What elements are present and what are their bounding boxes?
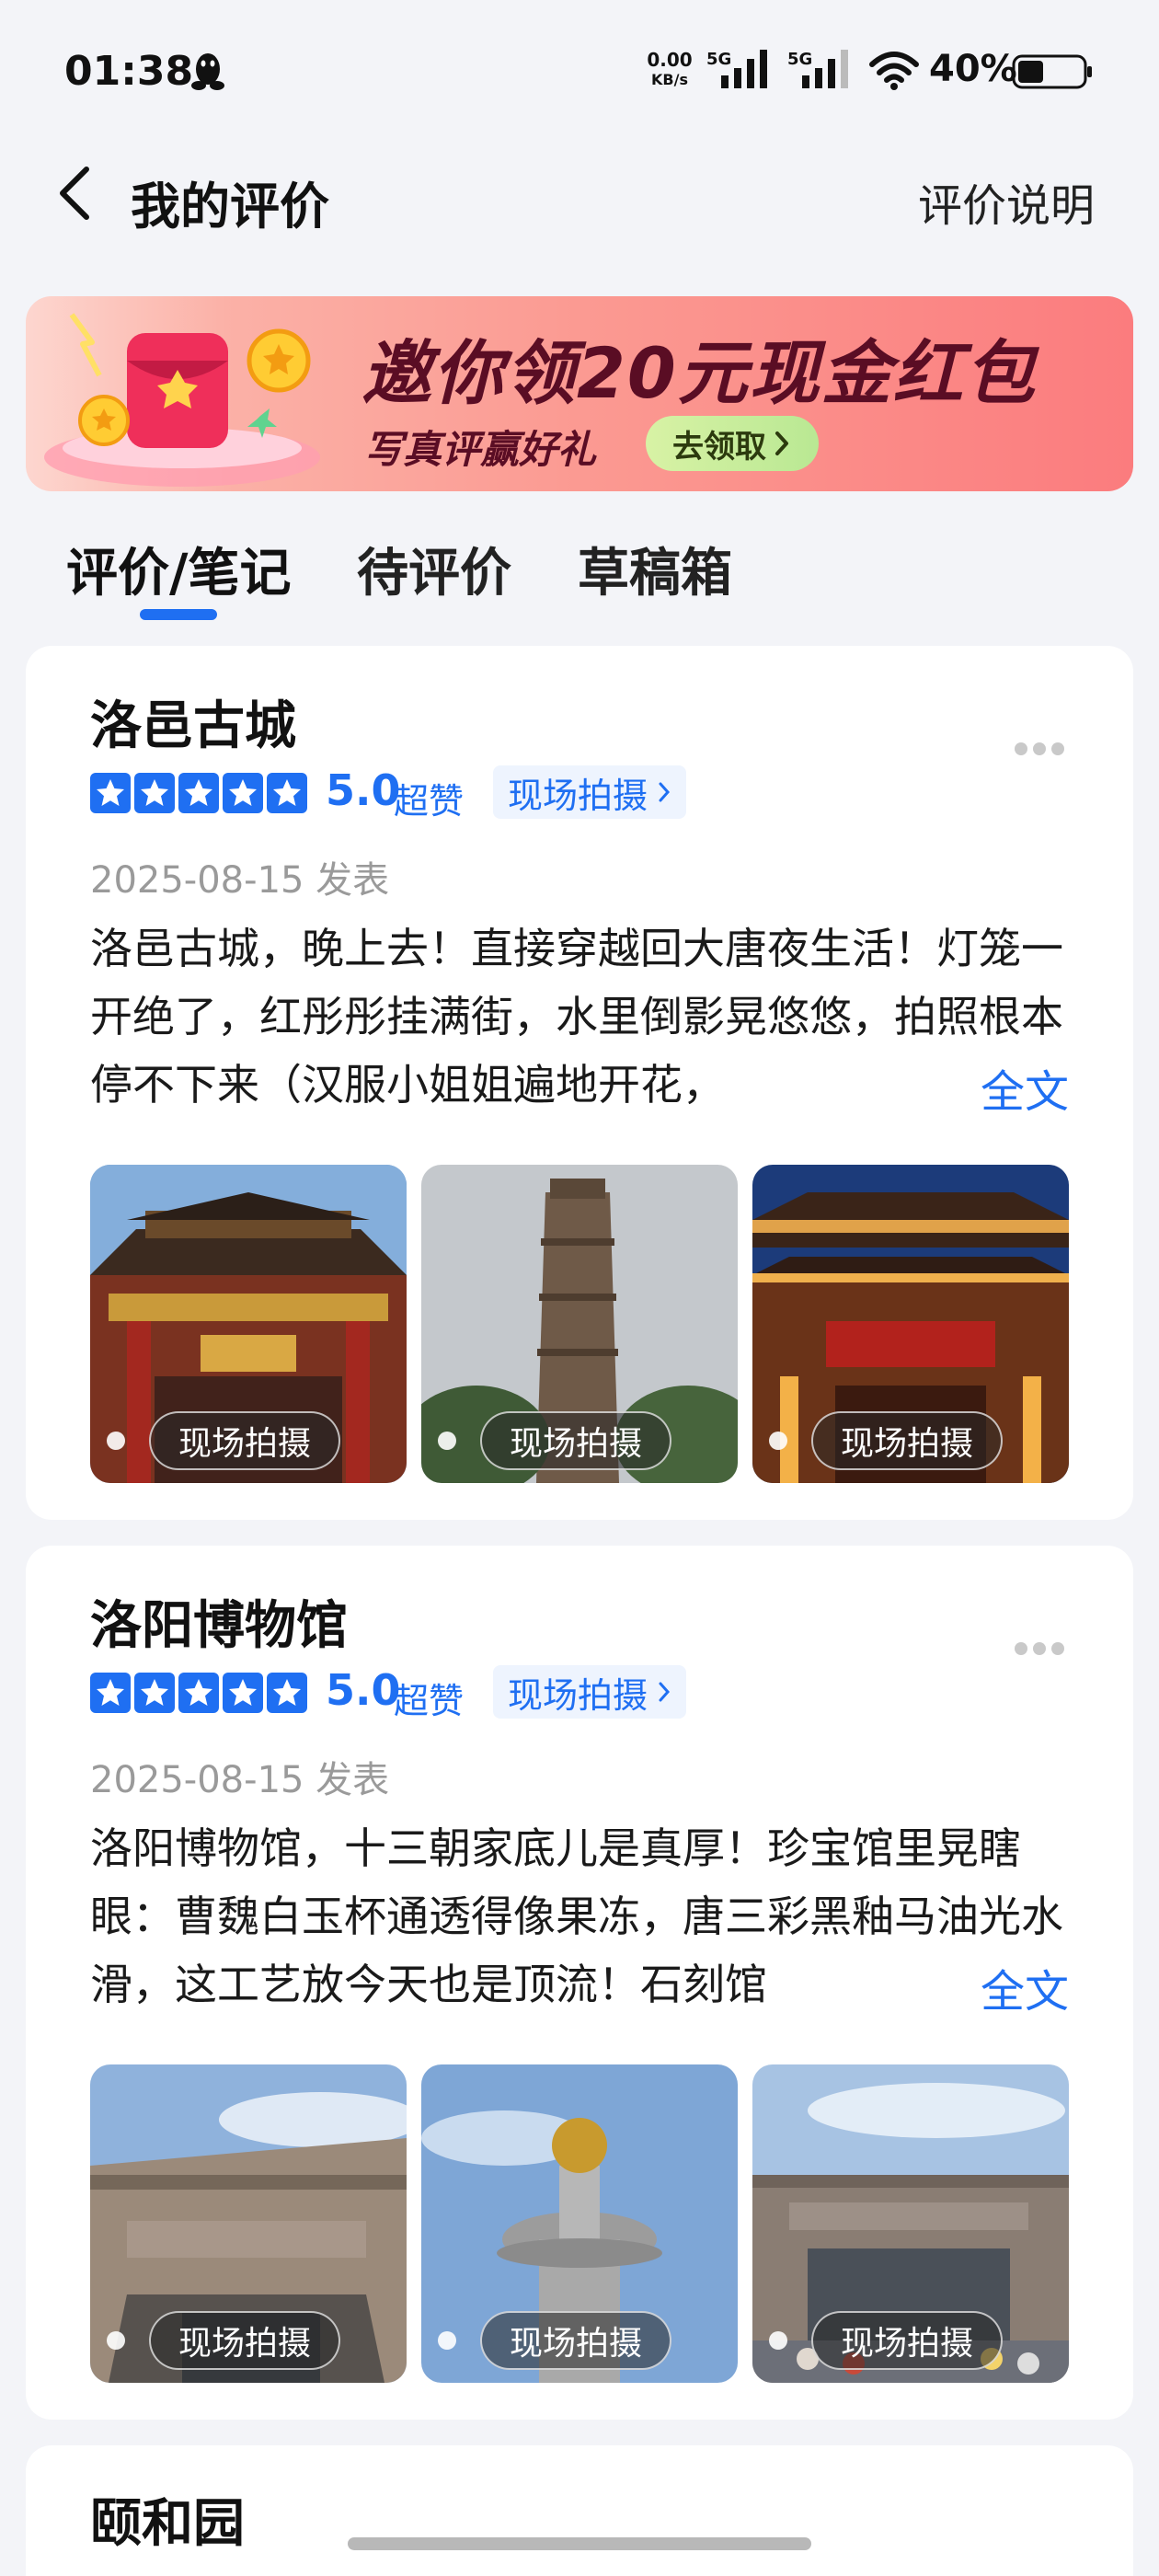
review-photos: 现场拍摄 现场拍摄 现场拍摄 bbox=[90, 1165, 1071, 1483]
star-icon bbox=[134, 773, 175, 813]
cell-signal-2-icon: 5G bbox=[787, 50, 848, 88]
qq-penguin-icon bbox=[191, 53, 224, 90]
banner-subtitle: 写真评赢好礼 bbox=[364, 427, 597, 472]
tab-bar: 评价/笔记 待评价 草稿箱 bbox=[0, 515, 1159, 626]
review-card[interactable]: 颐和园 bbox=[26, 2445, 1133, 2576]
more-options-icon[interactable] bbox=[1012, 738, 1067, 760]
star-icon bbox=[267, 1673, 307, 1713]
review-card[interactable]: 洛邑古城 5.0 超赞 现场拍摄 2025-08-15 发表 洛邑古城，晚上去！… bbox=[26, 646, 1133, 1520]
red-envelope-illustration bbox=[44, 313, 320, 487]
star-icon bbox=[90, 1673, 131, 1713]
onsite-photo-badge: 现场拍摄 bbox=[811, 1411, 1004, 1470]
review-photo[interactable]: 现场拍摄 bbox=[752, 1165, 1069, 1483]
place-name[interactable]: 洛阳博物馆 bbox=[90, 1584, 348, 1659]
onsite-photo-tag-label: 现场拍摄 bbox=[508, 1674, 648, 1716]
onsite-dot-icon bbox=[107, 2331, 125, 2350]
place-name[interactable]: 洛邑古城 bbox=[90, 684, 296, 759]
tab-pending-reviews[interactable]: 待评价 bbox=[357, 532, 511, 606]
home-indicator[interactable] bbox=[348, 2537, 811, 2550]
cell-signal-icon: 5G bbox=[706, 50, 767, 88]
chevron-right-icon bbox=[659, 782, 671, 802]
review-date: 2025-08-15 发表 bbox=[90, 1759, 390, 1801]
onsite-photo-tag[interactable]: 现场拍摄 bbox=[493, 765, 687, 819]
status-bar: 01:38 0.00 KB/s 5G 5G 40% bbox=[0, 0, 1159, 138]
star-icon bbox=[223, 773, 263, 813]
more-options-icon[interactable] bbox=[1012, 1638, 1067, 1660]
signal-1-label: 5G bbox=[706, 50, 731, 69]
onsite-photo-tag[interactable]: 现场拍摄 bbox=[493, 1665, 687, 1719]
onsite-photo-badge: 现场拍摄 bbox=[149, 1411, 341, 1470]
star-icon bbox=[223, 1673, 263, 1713]
nav-bar: 我的评价 评价说明 bbox=[0, 147, 1159, 239]
claim-button[interactable]: 去领取 bbox=[646, 416, 819, 471]
star-icon bbox=[178, 773, 219, 813]
full-text-link[interactable]: 全文 bbox=[915, 1958, 1069, 2026]
review-photo[interactable]: 现场拍摄 bbox=[90, 1165, 407, 1483]
review-photo[interactable]: 现场拍摄 bbox=[421, 2064, 738, 2383]
star-rating bbox=[90, 773, 307, 815]
star-icon bbox=[178, 1673, 219, 1713]
claim-button-label: 去领取 bbox=[672, 428, 766, 466]
onsite-dot-icon bbox=[769, 1432, 787, 1450]
review-photos: 现场拍摄 现场拍摄 现场拍摄 bbox=[90, 2064, 1071, 2383]
review-photo[interactable]: 现场拍摄 bbox=[752, 2064, 1069, 2383]
onsite-photo-badge: 现场拍摄 bbox=[480, 2311, 672, 2370]
signal-2-label: 5G bbox=[787, 50, 812, 69]
review-card[interactable]: 洛阳博物馆 5.0 超赞 现场拍摄 2025-08-15 发表 洛阳博物馆，十三… bbox=[26, 1546, 1133, 2420]
battery-percent: 40% bbox=[929, 48, 1017, 90]
star-icon bbox=[90, 773, 131, 813]
review-photo[interactable]: 现场拍摄 bbox=[421, 1165, 738, 1483]
score: 5.0 bbox=[326, 1665, 401, 1715]
tab-drafts[interactable]: 草稿箱 bbox=[578, 532, 732, 606]
score-word: 超赞 bbox=[394, 781, 465, 822]
chevron-left-icon[interactable] bbox=[52, 164, 98, 223]
full-text-link[interactable]: 全文 bbox=[915, 1058, 1069, 1126]
onsite-photo-badge: 现场拍摄 bbox=[811, 2311, 1004, 2370]
onsite-dot-icon bbox=[438, 2331, 456, 2350]
wifi-icon bbox=[869, 52, 919, 90]
review-date: 2025-08-15 发表 bbox=[90, 859, 390, 902]
star-rating bbox=[90, 1673, 307, 1715]
chevron-right-icon bbox=[775, 431, 788, 455]
onsite-dot-icon bbox=[107, 1432, 125, 1450]
onsite-photo-tag-label: 现场拍摄 bbox=[508, 775, 648, 816]
network-speed-value: 0.00 bbox=[647, 49, 693, 71]
onsite-dot-icon bbox=[769, 2331, 787, 2350]
onsite-photo-badge: 现场拍摄 bbox=[480, 1411, 672, 1470]
onsite-dot-icon bbox=[438, 1432, 456, 1450]
star-icon bbox=[267, 773, 307, 813]
network-speed-unit: KB/s bbox=[651, 71, 688, 88]
network-speed: 0.00 KB/s bbox=[644, 50, 695, 90]
star-icon bbox=[134, 1673, 175, 1713]
review-help-link[interactable]: 评价说明 bbox=[918, 169, 1095, 234]
place-name[interactable]: 颐和园 bbox=[90, 2482, 245, 2557]
page-title: 我的评价 bbox=[131, 178, 329, 236]
banner-title: 邀你领20元现金红包 bbox=[361, 332, 1037, 414]
tab-reviews-notes[interactable]: 评价/笔记 bbox=[66, 532, 291, 606]
status-time: 01:38 bbox=[64, 48, 194, 95]
battery-icon bbox=[1012, 54, 1092, 89]
active-tab-indicator bbox=[140, 609, 217, 620]
review-photo[interactable]: 现场拍摄 bbox=[90, 2064, 407, 2383]
score: 5.0 bbox=[326, 765, 401, 815]
score-word: 超赞 bbox=[394, 1681, 465, 1721]
onsite-photo-badge: 现场拍摄 bbox=[149, 2311, 341, 2370]
promo-banner[interactable]: 邀你领20元现金红包 写真评赢好礼 去领取 bbox=[26, 296, 1133, 491]
chevron-right-icon bbox=[659, 1682, 671, 1702]
